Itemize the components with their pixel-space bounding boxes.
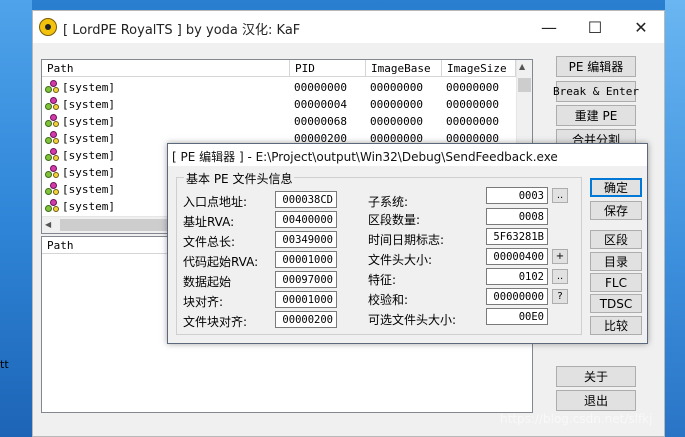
subsystem-field[interactable]: 0003 [486, 187, 548, 204]
process-pid: 00000000 [294, 81, 347, 94]
checksum-help-button[interactable]: ? [552, 289, 568, 304]
flc-button[interactable]: FLC [590, 273, 642, 292]
timestamp-field[interactable]: 5F63281B [486, 228, 548, 245]
size-of-headers-plus-button[interactable]: + [552, 249, 568, 264]
image-base-label: 基址RVA: [183, 215, 235, 229]
process-icon [44, 199, 60, 213]
process-path: [system] [62, 115, 115, 128]
desktop-right-strip [665, 0, 685, 437]
process-imagebase: 00000000 [370, 115, 423, 128]
characteristics-field[interactable]: 0102 [486, 268, 548, 285]
column-header-path[interactable]: Path [42, 237, 172, 254]
process-imagesize: 00000000 [446, 115, 499, 128]
about-button[interactable]: 关于 [556, 366, 636, 387]
base-of-code-label: 代码起始RVA: [183, 255, 259, 269]
process-path: [system] [62, 166, 115, 179]
process-path: [system] [62, 98, 115, 111]
close-button[interactable]: ✕ [618, 11, 664, 43]
desktop-fragment-text: tt [0, 358, 9, 371]
checksum-field[interactable]: 00000000 [486, 288, 548, 305]
process-path: [system] [62, 132, 115, 145]
size-of-image-field[interactable]: 00349000 [275, 231, 337, 248]
process-row[interactable]: [system] 00000000 00000000 00000000 [42, 78, 516, 95]
size-of-headers-field[interactable]: 00000400 [486, 248, 548, 265]
window-title: [ LordPE RoyalTS ] by yoda 汉化: KaF [63, 23, 301, 38]
section-alignment-field[interactable]: 00001000 [275, 291, 337, 308]
process-path: [system] [62, 149, 115, 162]
characteristics-label: 特征: [368, 273, 397, 287]
entry-point-label: 入口点地址: [183, 195, 248, 209]
scroll-thumb[interactable] [518, 78, 531, 92]
group-title: 基本 PE 文件头信息 [184, 170, 295, 187]
process-imagesize: 00000000 [446, 98, 499, 111]
sections-button[interactable]: 区段 [590, 230, 642, 249]
radiation-app-icon [39, 18, 57, 36]
compare-button[interactable]: 比较 [590, 316, 642, 335]
entry-point-field[interactable]: 000038CD [275, 191, 337, 208]
process-icon [44, 97, 60, 111]
minimize-button[interactable]: — [526, 11, 572, 43]
process-imagebase: 00000000 [370, 81, 423, 94]
scroll-left-arrow-icon[interactable]: ◀ [45, 220, 51, 229]
size-of-optional-header-field[interactable]: 00E0 [486, 308, 548, 325]
checksum-label: 校验和: [368, 293, 409, 307]
image-base-field[interactable]: 00400000 [275, 211, 337, 228]
characteristics-more-button[interactable]: .. [552, 269, 568, 284]
process-path: [system] [62, 200, 115, 213]
number-of-sections-field[interactable]: 0008 [486, 208, 548, 225]
subsystem-more-button[interactable]: .. [552, 188, 568, 203]
process-imagebase: 00000000 [370, 98, 423, 111]
section-alignment-label: 块对齐: [183, 295, 224, 309]
rebuild-pe-button[interactable]: 重建 PE [556, 105, 636, 126]
directories-button[interactable]: 目录 [590, 252, 642, 271]
column-header-imagesize[interactable]: ImageSize [442, 60, 516, 77]
title-bar[interactable]: [ LordPE RoyalTS ] by yoda 汉化: KaF — ☐ ✕ [33, 11, 664, 43]
process-pid: 00000004 [294, 98, 347, 111]
process-icon [44, 148, 60, 162]
desktop-left-strip [0, 0, 32, 437]
process-row[interactable]: [system] 00000004 00000000 00000000 [42, 95, 516, 112]
base-of-code-field[interactable]: 00001000 [275, 251, 337, 268]
process-icon [44, 165, 60, 179]
tdsc-button[interactable]: TDSC [590, 294, 642, 313]
pe-editor-button[interactable]: PE 编辑器 [556, 56, 636, 77]
dialog-title[interactable]: [ PE 编辑器 ] - E:\Project\output\Win32\Deb… [168, 144, 647, 166]
size-of-image-label: 文件总长: [183, 235, 236, 249]
save-button[interactable]: 保存 [590, 201, 642, 220]
scroll-thumb[interactable] [60, 219, 170, 231]
number-of-sections-label: 区段数量: [368, 213, 421, 227]
size-of-headers-label: 文件头大小: [368, 253, 433, 267]
process-imagesize: 00000000 [446, 81, 499, 94]
process-icon [44, 80, 60, 94]
file-alignment-field[interactable]: 00000200 [275, 311, 337, 328]
base-of-data-field[interactable]: 00097000 [275, 271, 337, 288]
watermark-text: https://blog.csdn.net/slfkj [500, 412, 653, 426]
ok-button[interactable]: 确定 [590, 178, 642, 197]
break-and-enter-button[interactable]: Break & Enter [553, 81, 639, 102]
timestamp-label: 时间日期标志: [368, 233, 445, 247]
size-of-optional-header-label: 可选文件头大小: [368, 313, 457, 327]
scroll-up-arrow-icon[interactable]: ▲ [519, 62, 525, 71]
process-path: [system] [62, 183, 115, 196]
base-of-data-label: 数据起始 [183, 275, 232, 289]
process-pid: 00000068 [294, 115, 347, 128]
maximize-button[interactable]: ☐ [572, 11, 618, 43]
process-row[interactable]: [system] 00000068 00000000 00000000 [42, 112, 516, 129]
file-alignment-label: 文件块对齐: [183, 315, 248, 329]
column-header-imagebase[interactable]: ImageBase [366, 60, 442, 77]
process-icon [44, 131, 60, 145]
column-header-pid[interactable]: PID [290, 60, 366, 77]
process-path: [system] [62, 81, 115, 94]
process-icon [44, 182, 60, 196]
exit-button[interactable]: 退出 [556, 390, 636, 411]
column-header-path[interactable]: Path [42, 60, 290, 77]
process-icon [44, 114, 60, 128]
pe-editor-dialog: [ PE 编辑器 ] - E:\Project\output\Win32\Deb… [167, 143, 648, 344]
subsystem-label: 子系统: [368, 195, 409, 209]
